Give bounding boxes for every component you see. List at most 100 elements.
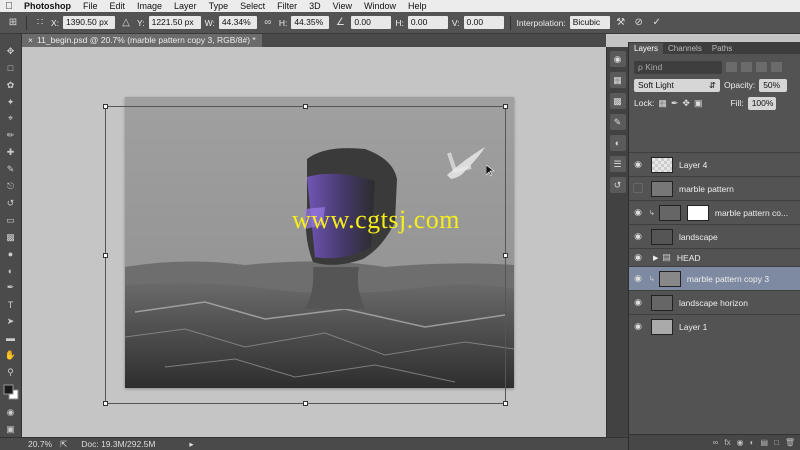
properties-icon[interactable]: ☰ — [609, 156, 626, 172]
blend-mode-select[interactable]: Soft Light ⇵ — [634, 78, 720, 92]
history-brush-icon[interactable]: ↺ — [3, 196, 19, 211]
transform-handle-top[interactable] — [303, 104, 308, 109]
menu-view[interactable]: View — [327, 1, 358, 11]
warp-icon[interactable]: ⚒ — [614, 16, 628, 30]
filter-pixel-icon[interactable] — [726, 62, 737, 72]
adjustment-layer-icon[interactable]: ◐ — [750, 438, 755, 447]
menu-3d[interactable]: 3D — [303, 1, 327, 11]
adjustments-icon[interactable]: ◐ — [609, 135, 626, 151]
layer-row[interactable]: ◉ Layer 1 — [629, 314, 800, 338]
history-icon[interactable]: ↺ — [609, 177, 626, 193]
transform-handle-top-right[interactable] — [503, 104, 508, 109]
path-select-tool-icon[interactable]: ➤ — [3, 314, 19, 329]
layer-row[interactable]: ◉ landscape — [629, 224, 800, 248]
filter-type-icon[interactable] — [756, 62, 767, 72]
export-icon[interactable]: ⇱ — [60, 439, 67, 450]
eye-icon[interactable]: ◉ — [629, 231, 647, 242]
eye-hidden-icon[interactable] — [629, 183, 647, 195]
zoom-level[interactable]: 20.7% — [28, 439, 52, 449]
eye-icon[interactable]: ◉ — [629, 321, 647, 332]
layer-row[interactable]: ◉ landscape horizon — [629, 290, 800, 314]
x-field[interactable]: 1390.50 px — [63, 16, 116, 29]
link-layers-icon[interactable]: ∞ — [713, 438, 719, 447]
dodge-tool-icon[interactable]: ◐ — [3, 263, 19, 278]
eye-icon[interactable]: ◉ — [629, 273, 647, 284]
tab-channels[interactable]: Channels — [663, 43, 707, 54]
width-field[interactable]: 44.34% — [218, 16, 257, 29]
opacity-field[interactable]: 50% — [759, 78, 788, 92]
add-mask-icon[interactable]: ◉ — [737, 438, 744, 447]
eye-icon[interactable]: ◉ — [629, 297, 647, 308]
new-group-icon[interactable]: ▤ — [760, 438, 768, 447]
hand-tool-icon[interactable]: ✋ — [3, 348, 19, 363]
status-menu-arrow-icon[interactable]: ▸ — [189, 439, 193, 450]
transform-handle-bottom-right[interactable] — [503, 401, 508, 406]
screen-mode-icon[interactable]: ▣ — [3, 422, 19, 437]
pen-tool-icon[interactable]: ✒ — [3, 280, 19, 295]
transform-handle-top-left[interactable] — [103, 104, 108, 109]
quick-select-tool-icon[interactable]: ✦ — [3, 95, 19, 110]
gradient-tool-icon[interactable]: ▩ — [3, 230, 19, 245]
lock-all-icon[interactable]: ▣ — [694, 98, 703, 109]
layer-row[interactable]: ◉ ↳ marble pattern co... — [629, 200, 800, 224]
transform-handle-left[interactable] — [103, 253, 108, 258]
link-icon[interactable]: ∞ — [261, 16, 275, 30]
move-tool-icon[interactable]: ✥ — [3, 44, 19, 59]
marquee-tool-icon[interactable]: □ — [3, 61, 19, 76]
transform-tool-icon[interactable]: ⊞ — [6, 16, 20, 30]
transform-handle-bottom-left[interactable] — [103, 401, 108, 406]
cancel-icon[interactable]: ⊘ — [632, 16, 646, 30]
brushes-icon[interactable]: ✎ — [609, 114, 626, 130]
close-tab-icon[interactable]: × — [28, 34, 33, 47]
reference-point-icon[interactable]: ∷ — [33, 16, 47, 30]
zoom-tool-icon[interactable]: ⚲ — [3, 365, 19, 380]
layer-kind-filter[interactable]: ρ Kind — [634, 60, 722, 74]
navigator-icon[interactable]: ◉ — [609, 51, 626, 67]
trash-icon[interactable]: 🗑 — [785, 438, 795, 447]
eraser-tool-icon[interactable]: ▭ — [3, 213, 19, 228]
fill-field[interactable]: 100% — [747, 96, 776, 110]
filter-shape-icon[interactable] — [771, 62, 782, 72]
layer-row[interactable]: marble pattern — [629, 176, 800, 200]
interpolation-select[interactable]: Bicubic — [569, 16, 610, 29]
menu-edit[interactable]: Edit — [104, 1, 132, 11]
eye-icon[interactable]: ◉ — [629, 252, 647, 263]
layer-row[interactable]: ◉ Layer 4 — [629, 152, 800, 176]
tab-paths[interactable]: Paths — [707, 43, 737, 54]
menu-image[interactable]: Image — [131, 1, 168, 11]
stamp-tool-icon[interactable]: ⎋ — [3, 179, 19, 194]
type-tool-icon[interactable]: T — [3, 297, 19, 312]
apple-icon[interactable]:  — [0, 1, 18, 12]
rotate-field[interactable]: 0.00 — [351, 16, 392, 29]
lock-pixels-icon[interactable]: ▦ — [658, 98, 667, 109]
healing-tool-icon[interactable]: ✚ — [3, 145, 19, 160]
disclosure-arrow-icon[interactable]: ▶ — [653, 254, 658, 262]
transform-handle-right[interactable] — [503, 253, 508, 258]
brush-tool-icon[interactable]: ✎ — [3, 162, 19, 177]
transform-bounding-box[interactable] — [103, 104, 508, 406]
layer-row[interactable]: ◉ ▶ ▤ HEAD — [629, 248, 800, 266]
menu-window[interactable]: Window — [358, 1, 402, 11]
eyedropper-tool-icon[interactable]: ✏ — [3, 128, 19, 143]
tab-layers[interactable]: Layers — [629, 43, 664, 54]
menu-filter[interactable]: Filter — [271, 1, 303, 11]
lock-paint-icon[interactable]: ✒ — [671, 98, 679, 109]
lock-position-icon[interactable]: ✥ — [682, 98, 690, 109]
eye-icon[interactable]: ◉ — [629, 207, 647, 218]
height-field[interactable]: 44.35% — [291, 16, 330, 29]
layer-mask-thumbnail[interactable] — [686, 204, 709, 221]
menu-help[interactable]: Help — [402, 1, 433, 11]
commit-check-icon[interactable]: ✓ — [650, 16, 664, 30]
delta-icon[interactable]: △ — [119, 16, 133, 30]
lasso-tool-icon[interactable]: ✿ — [3, 78, 19, 93]
menu-photoshop[interactable]: Photoshop — [18, 1, 77, 11]
fx-icon[interactable]: fx — [724, 438, 730, 447]
styles-icon[interactable]: ▩ — [609, 93, 626, 109]
blur-tool-icon[interactable]: ● — [3, 247, 19, 262]
menu-file[interactable]: File — [77, 1, 104, 11]
crop-tool-icon[interactable]: ⌖ — [3, 112, 19, 127]
filter-adjust-icon[interactable] — [741, 62, 752, 72]
color-swatches-icon[interactable] — [3, 382, 19, 404]
y-field[interactable]: 1221.50 px — [148, 16, 201, 29]
layer-row[interactable]: ◉ ↳ marble pattern copy 3 — [629, 266, 800, 290]
